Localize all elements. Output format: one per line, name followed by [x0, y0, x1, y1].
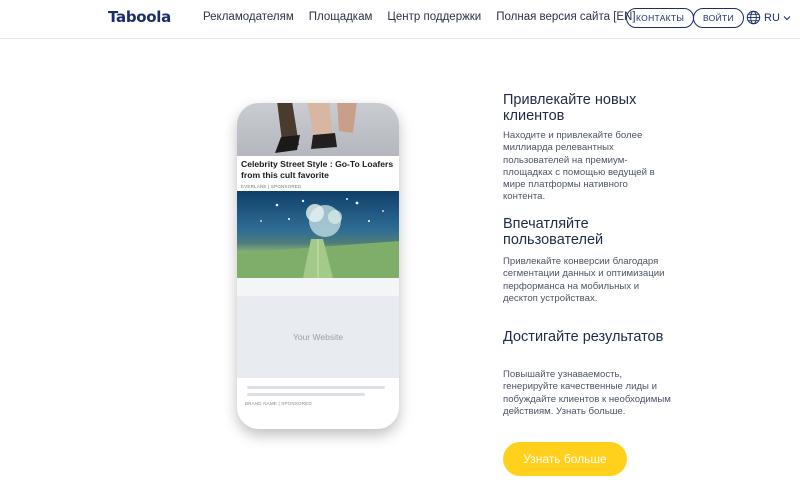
taboola-logo[interactable]: Taboola: [108, 8, 171, 26]
nav-advertisers[interactable]: Рекламодателям: [203, 11, 294, 23]
skeleton-line: [247, 393, 365, 396]
splash-illustration: [237, 198, 399, 278]
your-website-placeholder: Your Website: [237, 296, 399, 378]
ad-image[interactable]: [237, 191, 399, 278]
legs-illustration: [275, 103, 357, 153]
language-code: RU: [764, 11, 780, 24]
feature-desc-attract: Находите и привлекайте более миллиарда р…: [503, 130, 655, 203]
bottom-sponsor-label: BRAND NAME | SPONSORED: [245, 401, 312, 406]
ad-sponsor-label: EVERLANE | SPONSORED: [241, 184, 302, 189]
contacts-button[interactable]: КОНТАКТЫ: [626, 8, 695, 28]
feature-title-impress: Впечатляйте пользователей: [503, 216, 604, 248]
sponsored-ad-card[interactable]: Celebrity Street Style : Go-To Loafers f…: [237, 156, 399, 278]
nav-publishers[interactable]: Площадкам: [309, 11, 373, 23]
globe-icon: [746, 10, 761, 25]
feature-desc-impress: Привлекайте конверсии благодаря сегмента…: [503, 256, 665, 304]
ad-title[interactable]: Celebrity Street Style : Go-To Loafers f…: [241, 159, 395, 181]
chevron-down-icon: [783, 15, 791, 20]
language-selector[interactable]: RU: [746, 10, 791, 25]
nav-support-center[interactable]: Центр поддержки: [387, 11, 481, 23]
phone-mockup: Celebrity Street Style : Go-To Loafers f…: [237, 103, 399, 429]
nav-full-site-en[interactable]: Полная версия сайта [EN]: [496, 11, 635, 23]
your-website-label: Your Website: [292, 332, 344, 342]
feature-title-results: Достигайте результатов: [503, 329, 664, 345]
skeleton-line: [247, 386, 385, 389]
main-nav: Рекламодателям Площадкам Центр поддержки…: [203, 11, 636, 23]
learn-more-button[interactable]: Узнать больше: [503, 442, 627, 476]
top-header: Taboola Рекламодателям Площадкам Центр п…: [0, 0, 800, 39]
sponsored-bottom-card[interactable]: BRAND NAME | SPONSORED: [237, 378, 399, 429]
phone-hero-image: [237, 103, 399, 156]
feature-desc-results: Повышайте узнаваемость, генерируйте каче…: [503, 369, 671, 417]
feature-title-attract: Привлекайте новых клиентов: [503, 92, 637, 124]
phone-spacer: [237, 278, 399, 296]
login-button[interactable]: ВОЙТИ: [693, 8, 744, 28]
